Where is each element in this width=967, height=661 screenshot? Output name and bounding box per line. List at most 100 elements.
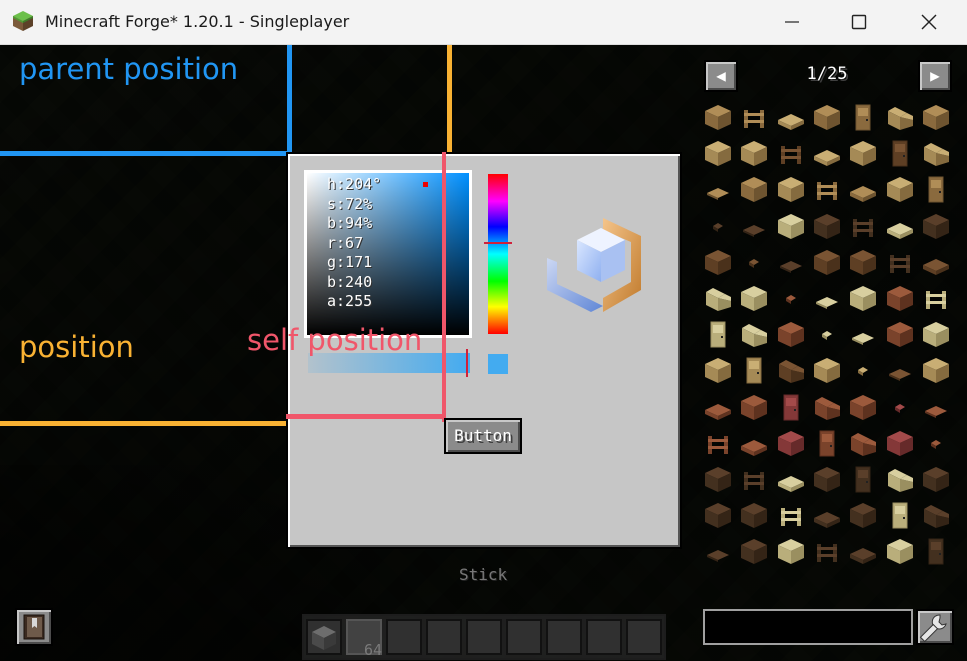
item-slot-icon[interactable] <box>703 392 733 422</box>
hotbar-slot-2[interactable]: 64 <box>346 619 382 659</box>
item-slot-icon[interactable] <box>739 355 769 385</box>
item-slot-icon[interactable] <box>776 500 806 530</box>
item-slot-icon[interactable] <box>848 428 878 458</box>
item-slot-icon[interactable] <box>739 102 769 132</box>
item-slot-icon[interactable] <box>776 102 806 132</box>
item-slot-icon[interactable] <box>776 138 806 168</box>
item-slot-icon[interactable] <box>885 247 915 277</box>
item-slot-icon[interactable] <box>921 464 951 494</box>
item-slot-icon[interactable] <box>812 500 842 530</box>
item-slot-icon[interactable] <box>812 536 842 566</box>
item-slot-icon[interactable] <box>848 355 878 385</box>
close-button[interactable] <box>894 0 964 44</box>
item-slot-icon[interactable] <box>776 174 806 204</box>
item-slot-icon[interactable] <box>848 102 878 132</box>
item-slot-icon[interactable] <box>921 500 951 530</box>
item-slot-icon[interactable] <box>776 392 806 422</box>
item-slot-icon[interactable] <box>812 247 842 277</box>
item-slot-icon[interactable] <box>848 536 878 566</box>
config-button[interactable] <box>916 609 954 645</box>
item-slot-icon[interactable] <box>885 319 915 349</box>
item-slot-icon[interactable] <box>812 355 842 385</box>
item-slot-icon[interactable] <box>921 102 951 132</box>
item-slot-icon[interactable] <box>921 283 951 313</box>
item-slot-icon[interactable] <box>885 536 915 566</box>
item-slot-icon[interactable] <box>848 392 878 422</box>
item-slot-icon[interactable] <box>848 247 878 277</box>
item-slot-icon[interactable] <box>739 138 769 168</box>
item-slot-icon[interactable] <box>921 138 951 168</box>
hue-slider-handle[interactable] <box>484 242 512 244</box>
item-slot-icon[interactable] <box>921 355 951 385</box>
item-slot-icon[interactable] <box>885 355 915 385</box>
item-slot-icon[interactable] <box>885 392 915 422</box>
item-slot-icon[interactable] <box>776 428 806 458</box>
hotbar-slot-4[interactable] <box>426 619 462 655</box>
item-slot-icon[interactable] <box>703 319 733 349</box>
item-slot-icon[interactable] <box>703 138 733 168</box>
item-slot-icon[interactable] <box>739 392 769 422</box>
item-slot-icon[interactable] <box>703 355 733 385</box>
item-slot-icon[interactable] <box>739 247 769 277</box>
alpha-slider-handle[interactable] <box>466 349 468 377</box>
item-slot-icon[interactable] <box>776 355 806 385</box>
item-slot-icon[interactable] <box>848 500 878 530</box>
item-slot-icon[interactable] <box>848 464 878 494</box>
recipe-book-button[interactable] <box>15 608 53 646</box>
item-slot-icon[interactable] <box>921 536 951 566</box>
item-slot-icon[interactable] <box>885 211 915 241</box>
item-slot-icon[interactable] <box>739 428 769 458</box>
item-slot-icon[interactable] <box>812 283 842 313</box>
item-slot-icon[interactable] <box>921 428 951 458</box>
item-slot-icon[interactable] <box>885 500 915 530</box>
hotbar-slot-7[interactable] <box>546 619 582 655</box>
item-slot-icon[interactable] <box>921 247 951 277</box>
hotbar-slot-3[interactable] <box>386 619 422 655</box>
item-slot-icon[interactable] <box>885 464 915 494</box>
item-slot-icon[interactable] <box>703 500 733 530</box>
item-slot-icon[interactable] <box>885 283 915 313</box>
item-slot-icon[interactable] <box>776 247 806 277</box>
item-slot-icon[interactable] <box>703 283 733 313</box>
item-slot-icon[interactable] <box>812 464 842 494</box>
item-slot-icon[interactable] <box>848 174 878 204</box>
item-slot-icon[interactable] <box>812 174 842 204</box>
item-slot-icon[interactable] <box>921 211 951 241</box>
item-slot-icon[interactable] <box>739 211 769 241</box>
item-slot-icon[interactable] <box>885 428 915 458</box>
item-slot-icon[interactable] <box>848 283 878 313</box>
item-slot-icon[interactable] <box>739 464 769 494</box>
item-slot-icon[interactable] <box>739 319 769 349</box>
hotbar-slot-9[interactable] <box>626 619 662 655</box>
item-slot-icon[interactable] <box>885 102 915 132</box>
item-slot-icon[interactable] <box>812 138 842 168</box>
item-slot-icon[interactable] <box>921 392 951 422</box>
item-slot-icon[interactable] <box>703 464 733 494</box>
item-slot-icon[interactable] <box>921 174 951 204</box>
item-slot-icon[interactable] <box>848 319 878 349</box>
item-slot-icon[interactable] <box>703 247 733 277</box>
item-slot-icon[interactable] <box>812 102 842 132</box>
item-slot-icon[interactable] <box>885 174 915 204</box>
item-slot-icon[interactable] <box>885 138 915 168</box>
item-slot-icon[interactable] <box>776 464 806 494</box>
item-slot-icon[interactable] <box>703 102 733 132</box>
maximize-button[interactable] <box>824 0 894 44</box>
item-slot-icon[interactable] <box>739 536 769 566</box>
item-search-input[interactable] <box>703 609 913 645</box>
item-slot-icon[interactable] <box>812 319 842 349</box>
item-slot-icon[interactable] <box>812 211 842 241</box>
item-slot-icon[interactable] <box>703 536 733 566</box>
item-slot-icon[interactable] <box>703 211 733 241</box>
hotbar-slot-1[interactable] <box>306 619 342 655</box>
prev-page-button[interactable]: ◀ <box>704 60 738 92</box>
item-slot-icon[interactable] <box>921 319 951 349</box>
item-slot-icon[interactable] <box>848 211 878 241</box>
hotbar-slot-8[interactable] <box>586 619 622 655</box>
item-slot-icon[interactable] <box>776 211 806 241</box>
item-slot-icon[interactable] <box>812 392 842 422</box>
saturation-brightness-picker[interactable]: h:204° s:72% b:94% r:67 g:171 b:240 a:25… <box>304 170 472 338</box>
sv-cursor[interactable] <box>423 182 428 187</box>
item-slot-icon[interactable] <box>776 319 806 349</box>
item-slot-icon[interactable] <box>812 428 842 458</box>
